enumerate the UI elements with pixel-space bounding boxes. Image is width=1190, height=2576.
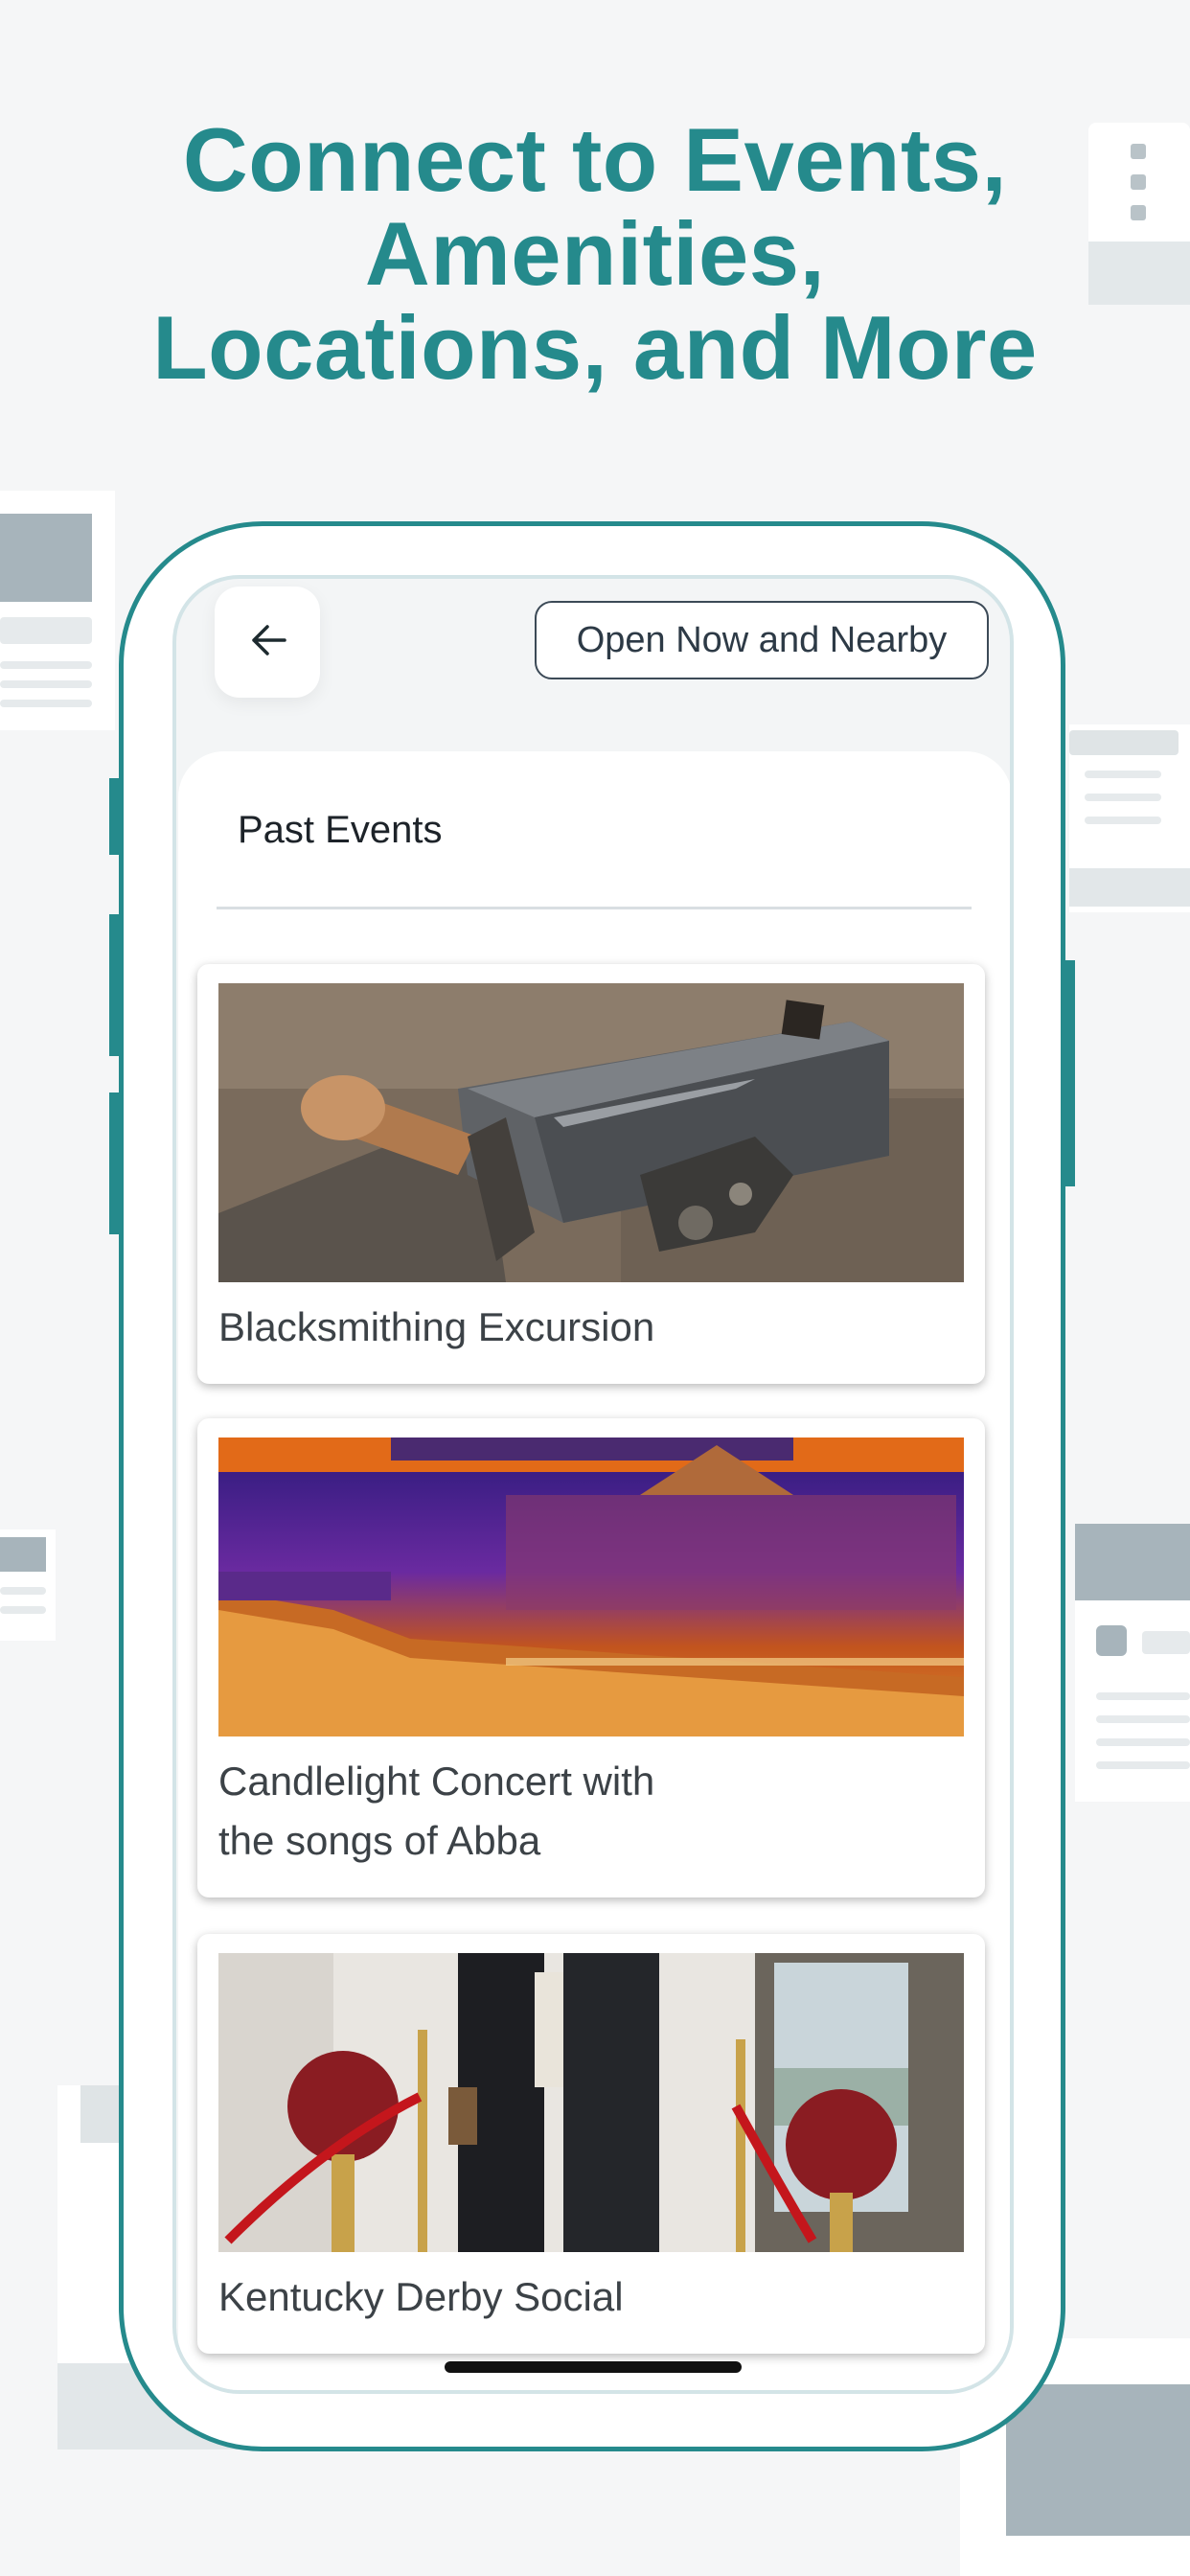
event-image-candlelit-stage	[218, 1438, 964, 1736]
background-wireframe-right-lower	[1075, 1524, 1190, 1802]
event-title: Kentucky Derby Social	[218, 2274, 624, 2319]
event-title: Candlelight Concert with the songs of Ab…	[218, 1759, 655, 1863]
back-button[interactable]	[215, 586, 320, 698]
background-wireframe-right-middle	[1069, 724, 1190, 912]
event-image-anvil	[218, 983, 964, 1282]
headline-line-1: Connect to Events,	[182, 109, 1008, 210]
headline-line-2: Amenities,	[364, 203, 826, 304]
section-title: Past Events	[238, 809, 443, 851]
event-image-derby-social	[218, 1953, 964, 2252]
event-card-candlelight-concert[interactable]: Candlelight Concert with the songs of Ab…	[197, 1418, 985, 1898]
section-divider	[217, 907, 972, 909]
headline-line-3: Locations, and More	[152, 297, 1038, 398]
background-wireframe-left-lower	[0, 1530, 56, 1641]
app-screen: Open Now and Nearby Past Events Blacksmi…	[172, 575, 1014, 2394]
headline: Connect to Events, Amenities, Locations,…	[0, 113, 1190, 395]
events-sheet: Past Events Blacksmithing Excursion Cand…	[178, 751, 1010, 2390]
event-card-blacksmithing[interactable]: Blacksmithing Excursion	[197, 964, 985, 1384]
home-indicator	[445, 2361, 742, 2373]
event-card-kentucky-derby[interactable]: Kentucky Derby Social	[197, 1934, 985, 2354]
open-now-nearby-button[interactable]: Open Now and Nearby	[535, 601, 989, 679]
background-wireframe-left-upper	[0, 491, 115, 730]
event-title: Blacksmithing Excursion	[218, 1304, 655, 1349]
